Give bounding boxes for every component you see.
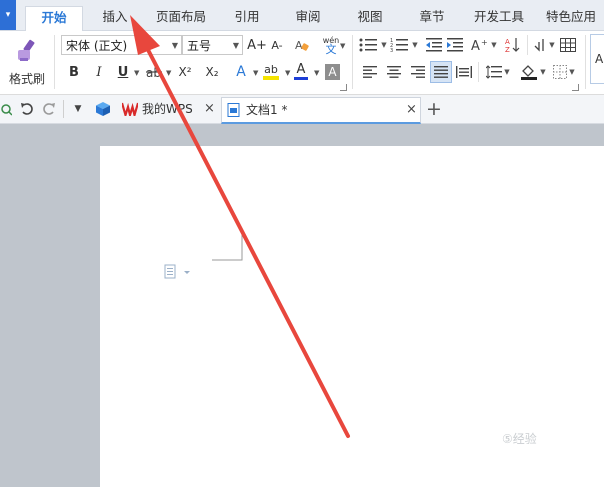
watermark-text: ⑤经验 — [502, 432, 537, 446]
watermark-logo: ⑤经验 — [502, 430, 537, 447]
annotation-arrow — [130, 15, 350, 438]
